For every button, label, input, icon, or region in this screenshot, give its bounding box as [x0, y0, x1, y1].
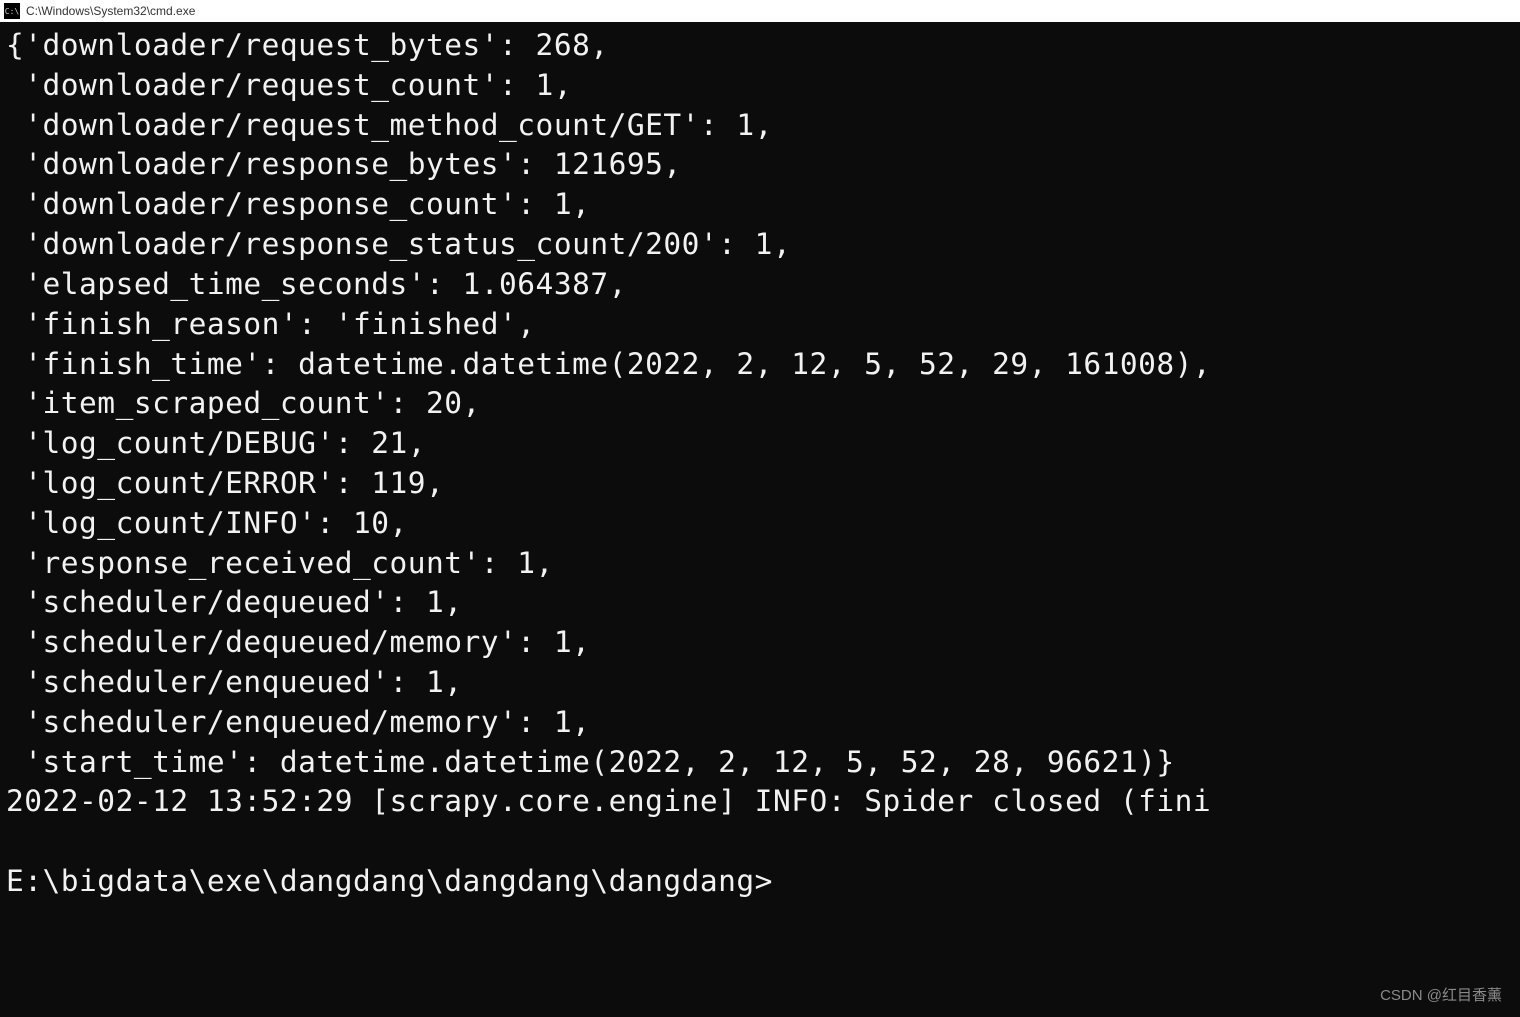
- watermark: CSDN @红目香薰: [1380, 984, 1502, 1005]
- terminal-output: {'downloader/request_bytes': 268, 'downl…: [6, 26, 1514, 902]
- window-title-bar: C:\ C:\Windows\System32\cmd.exe: [0, 0, 1520, 22]
- window-title: C:\Windows\System32\cmd.exe: [26, 4, 195, 18]
- terminal-area[interactable]: {'downloader/request_bytes': 268, 'downl…: [0, 22, 1520, 1017]
- cmd-icon: C:\: [4, 3, 20, 19]
